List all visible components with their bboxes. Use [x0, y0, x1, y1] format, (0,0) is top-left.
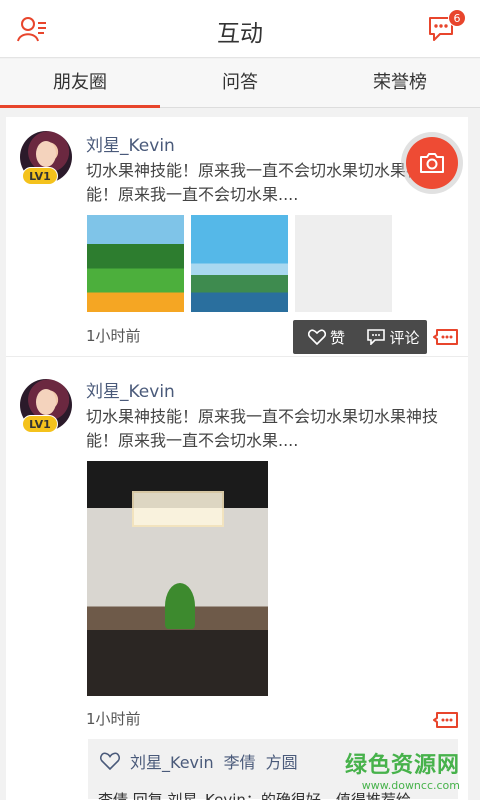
feed-post: LV1 刘星_Kevin 切水果神技能！原来我一直不会切水果切水果神技能！原来我…: [6, 117, 468, 357]
post-time: 1小时前: [86, 710, 141, 728]
unread-badge: 6: [448, 9, 466, 27]
watermark: 绿色资源网 www.downcc.com: [345, 747, 460, 792]
level-badge: LV1: [22, 415, 58, 433]
message-button[interactable]: 6: [426, 9, 466, 46]
post-content: 切水果神技能！原来我一直不会切水果切水果神技能！原来我一直不会切水果....: [86, 407, 439, 450]
liker-name[interactable]: 李倩: [224, 749, 256, 773]
level-badge: LV1: [22, 167, 58, 185]
post-image[interactable]: [87, 461, 268, 696]
comment-icon: [367, 329, 386, 345]
liker-name[interactable]: 刘星_Kevin: [130, 749, 214, 773]
app-header: 互动 6: [0, 0, 480, 58]
post-time: 1小时前: [86, 327, 141, 345]
tab-qa[interactable]: 问答: [160, 59, 320, 107]
feed-post: LV1 刘星_Kevin 切水果神技能！原来我一直不会切水果切水果神技能！原来我…: [6, 365, 468, 800]
post-username[interactable]: 刘星_Kevin: [86, 131, 175, 156]
watermark-url: www.downcc.com: [361, 779, 460, 792]
heart-icon: [100, 752, 120, 770]
post-image[interactable]: [87, 215, 184, 312]
liker-name[interactable]: 方圆: [266, 749, 298, 773]
comment-label: 评论: [389, 328, 420, 347]
camera-button[interactable]: [406, 137, 458, 189]
comment-bubble-icon: [433, 712, 458, 728]
post-image-placeholder[interactable]: [295, 215, 392, 312]
feed-list: LV1 刘星_Kevin 切水果神技能！原来我一直不会切水果切水果神技能！原来我…: [6, 117, 468, 800]
watermark-title: 绿色资源网: [344, 753, 460, 778]
page-title: 互动: [217, 21, 263, 47]
more-actions-button[interactable]: [433, 711, 459, 731]
post-image[interactable]: [191, 215, 288, 312]
like-label: 赞: [329, 328, 345, 347]
tab-bar: 朋友圈 问答 荣誉榜: [0, 59, 480, 108]
post-content: 切水果神技能！原来我一直不会切水果切水果神技能！原来我一直不会切水果....: [86, 161, 439, 204]
comment-action-button[interactable]: 评论: [360, 327, 427, 348]
likers-row: 刘星_Kevin 李倩 方圆: [100, 749, 298, 773]
post-action-menu: 赞 评论: [293, 320, 427, 354]
like-button[interactable]: 赞: [293, 327, 360, 348]
post-username[interactable]: 刘星_Kevin: [86, 377, 175, 402]
heart-icon: [307, 329, 326, 345]
camera-icon: [420, 153, 444, 173]
tab-moments[interactable]: 朋友圈: [0, 59, 160, 108]
comment-bubble-icon: [433, 329, 458, 345]
tab-honor-list[interactable]: 荣誉榜: [320, 59, 480, 107]
more-actions-button[interactable]: [433, 328, 459, 348]
